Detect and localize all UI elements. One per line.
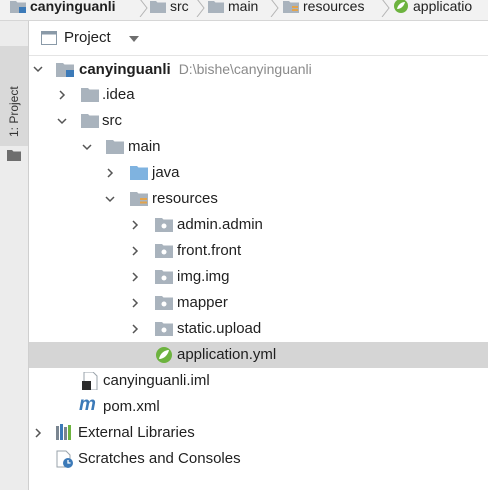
tree-item-idea[interactable]: .idea [29,82,488,108]
maven-icon: m [79,394,96,415]
folder-icon [150,1,166,13]
tree-item-front[interactable]: front.front [29,238,488,264]
project-tree: canyinguanli D:\bishe\canyinguanli .idea … [29,56,488,490]
breadcrumb-label: resources [303,0,365,14]
tree-item-label: External Libraries [78,424,195,441]
tree-item-label: admin.admin [177,216,263,233]
package-folder-icon [155,244,173,258]
collapsed-arrow-icon[interactable] [130,246,140,256]
breadcrumb-separator-icon [381,0,390,17]
breadcrumb-separator-icon [139,0,148,17]
module-folder-icon [10,1,26,13]
folder-icon [208,1,224,13]
folder-icon [81,114,99,128]
project-tool-tab-label: 1: Project [7,86,21,138]
spring-leaf-icon [394,0,408,13]
package-folder-icon [155,218,173,232]
tree-item-label: canyinguanli D:\bishe\canyinguanli [79,60,312,79]
tree-item-resources[interactable]: resources [29,186,488,212]
breadcrumb-label: applicatio [413,0,473,14]
breadcrumb-item-canyinguanli[interactable]: canyinguanli [10,0,116,16]
project-tool-tab[interactable]: 1: Project [0,46,28,161]
resources-folder-icon [130,192,148,206]
breadcrumb-label: main [228,0,259,14]
breadcrumb-label: canyinguanli [30,0,116,14]
tree-item-label: src [102,112,122,129]
collapsed-arrow-icon[interactable] [130,220,140,230]
tree-item-label: java [152,164,180,181]
breadcrumb-item-resources[interactable]: resources [283,0,364,16]
tree-item-pom[interactable]: m pom.xml [29,394,488,420]
breadcrumb-separator-icon [196,0,205,17]
collapsed-arrow-icon[interactable] [130,298,140,308]
project-panel-header: Project [29,21,488,56]
tree-item-static[interactable]: static.upload [29,316,488,342]
spring-leaf-icon [156,347,172,363]
expanded-arrow-icon[interactable] [33,64,43,74]
tree-item-main[interactable]: main [29,134,488,160]
scratches-icon [56,450,73,468]
breadcrumb-label: src [170,0,189,14]
tree-item-label: pom.xml [103,398,160,415]
tree-item-root[interactable]: canyinguanli D:\bishe\canyinguanli [29,56,488,82]
folder-icon [106,140,124,154]
breadcrumb-separator-icon [270,0,279,17]
expanded-arrow-icon[interactable] [105,194,115,204]
tree-item-iml[interactable]: canyinguanli.iml [29,368,488,394]
tree-item-admin[interactable]: admin.admin [29,212,488,238]
breadcrumb-item-src[interactable]: src [150,0,189,16]
module-path: D:\bishe\canyinguanli [178,61,312,77]
tree-item-label: .idea [102,86,135,103]
collapsed-arrow-icon[interactable] [130,272,140,282]
module-folder-icon [56,63,74,77]
breadcrumb: canyinguanli src main resources applicat… [0,0,488,21]
tree-item-label: canyinguanli.iml [103,372,210,389]
tree-item-external-libraries[interactable]: External Libraries [29,420,488,446]
library-icon [56,424,71,440]
tree-item-label: Scratches and Consoles [78,450,241,467]
chevron-down-icon[interactable] [129,36,139,42]
collapsed-arrow-icon[interactable] [130,324,140,334]
collapsed-arrow-icon[interactable] [105,168,115,178]
breadcrumb-item-main[interactable]: main [208,0,258,16]
tree-item-label: application.yml [177,346,277,363]
expanded-arrow-icon[interactable] [82,142,92,152]
folder-icon [81,88,99,102]
tree-item-img[interactable]: img.img [29,264,488,290]
collapsed-arrow-icon[interactable] [33,428,43,438]
resources-folder-icon [283,1,299,13]
package-folder-icon [155,296,173,310]
tree-item-src[interactable]: src [29,108,488,134]
project-view-icon [41,31,57,45]
tree-item-mapper[interactable]: mapper [29,290,488,316]
source-folder-icon [130,166,148,180]
package-folder-icon [155,322,173,336]
tree-item-scratches[interactable]: Scratches and Consoles [29,446,488,472]
expanded-arrow-icon[interactable] [57,116,67,126]
tree-item-label: img.img [177,268,230,285]
package-folder-icon [155,270,173,284]
iml-file-icon [82,372,98,390]
tree-item-label: static.upload [177,320,262,337]
collapsed-arrow-icon[interactable] [57,90,67,100]
tree-item-label: main [128,138,161,155]
folder-name: idea [106,86,135,103]
module-name: canyinguanli [79,61,171,78]
tree-item-label: front.front [177,242,242,259]
tree-item-application-yml[interactable]: application.yml [29,342,488,368]
tree-item-label: resources [152,190,218,207]
folder-icon [7,150,21,161]
tree-item-java[interactable]: java [29,160,488,186]
panel-title: Project [64,29,111,46]
tree-item-label: mapper [177,294,228,311]
breadcrumb-item-application[interactable]: applicatio [393,0,472,16]
tool-window-strip: 1: Project [0,21,29,490]
